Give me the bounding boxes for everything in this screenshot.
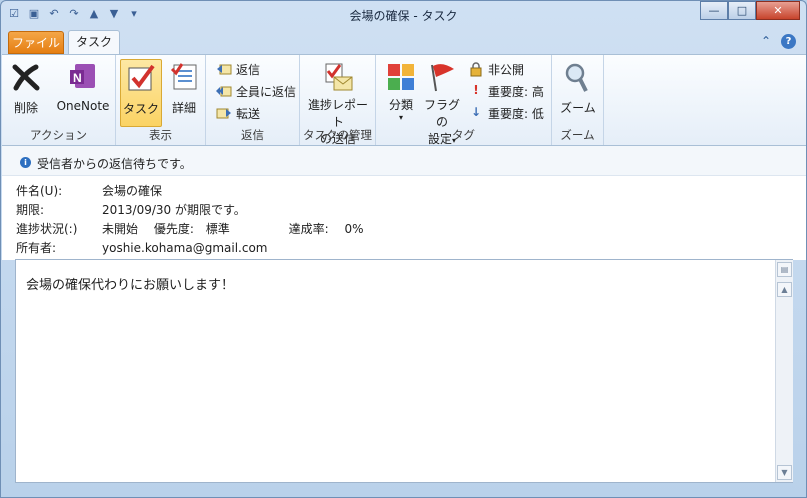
zoom-label: ズーム	[560, 101, 596, 115]
delete-button[interactable]: 削除	[8, 59, 44, 116]
info-icon: i	[20, 157, 31, 168]
reply-label: 返信	[236, 62, 261, 77]
low-importance-icon: ↓	[470, 105, 482, 119]
delete-icon	[10, 61, 42, 93]
categorize-label: 分類	[388, 98, 413, 112]
task-view-button[interactable]: タスク	[120, 59, 162, 127]
low-importance-label: 重要度: 低	[488, 106, 544, 121]
onenote-icon: N	[67, 61, 99, 93]
high-importance-label: 重要度: 高	[488, 84, 544, 99]
details-button[interactable]: 詳細	[166, 59, 202, 116]
reply-icon	[216, 61, 232, 77]
group-tags: 分類 ▾ フラグの 設定▾ 非公開 ! 重要度: 高 ↓ 重要度: 低 タグ	[376, 55, 552, 146]
subject-value: 会場の確保	[102, 184, 163, 198]
status-label: 進捗状況(:)	[16, 222, 78, 236]
minimize-button[interactable]: —	[700, 1, 728, 20]
low-importance-button[interactable]: ↓ 重要度: 低	[468, 103, 544, 123]
scroll-up-icon[interactable]: ▲	[777, 282, 792, 297]
group-view: タスク 詳細 表示	[116, 55, 206, 145]
owner-value: yoshie.kohama@gmail.com	[102, 241, 268, 255]
group-actions: 削除 N OneNote アクション	[2, 55, 116, 145]
subject-row: 件名(U): 会場の確保	[16, 182, 162, 199]
ribbon-tabs: ファイル タスク ⌃ ?	[1, 30, 806, 55]
status-row: 進捗状況(:) 未開始 優先度: 標準 達成率: 0%	[16, 220, 363, 237]
zoom-button[interactable]: ズーム	[558, 59, 598, 116]
forward-label: 転送	[236, 106, 261, 121]
due-row: 期限: 2013/09/30 が期限です。	[16, 201, 246, 218]
onenote-label: OneNote	[56, 99, 110, 113]
delete-label: 削除	[13, 101, 38, 115]
magnifier-icon	[562, 61, 594, 93]
task-window: ☑ ▣ ↶ ↷ ▲ ▼ ▾ 会場の確保 - タスク — □ ✕ ファイル タスク…	[0, 0, 807, 498]
high-importance-icon: !	[473, 83, 479, 97]
group-respond: 返信 全員に返信 転送 返信	[206, 55, 300, 145]
maximize-button[interactable]: □	[728, 1, 756, 20]
details-label: 詳細	[171, 101, 196, 115]
reply-button[interactable]: 返信	[216, 59, 260, 79]
private-button[interactable]: 非公開	[468, 59, 524, 79]
status-report-icon	[322, 61, 354, 93]
status-value: 未開始	[102, 222, 139, 236]
owner-label: 所有者:	[16, 241, 57, 255]
help-icon[interactable]: ?	[781, 34, 796, 49]
details-icon	[168, 61, 200, 93]
categorize-icon	[385, 61, 417, 93]
group-zoom: ズーム ズーム	[552, 55, 604, 145]
due-value: 2013/09/30 が期限です。	[102, 203, 246, 217]
task-body-text[interactable]: 会場の確保代わりにお願いします！	[26, 274, 234, 293]
title-bar: ☑ ▣ ↶ ↷ ▲ ▼ ▾ 会場の確保 - タスク — □ ✕	[1, 1, 806, 31]
priority-label: 優先度:	[153, 222, 194, 236]
ribbon: 削除 N OneNote アクション タスク 詳細 表示 返信 全員に返信 転送	[2, 54, 806, 146]
info-banner-text: 受信者からの返信待ちです。	[37, 157, 192, 171]
close-button[interactable]: ✕	[756, 1, 800, 20]
reply-all-button[interactable]: 全員に返信	[216, 81, 296, 101]
info-banner: i 受信者からの返信待ちです。	[2, 146, 806, 176]
group-label-tags: タグ	[452, 128, 475, 142]
lock-icon	[468, 61, 484, 77]
flag-icon	[426, 61, 458, 93]
due-label: 期限:	[16, 203, 45, 217]
task-check-icon	[125, 62, 157, 94]
owner-row: 所有者: yoshie.kohama@gmail.com	[16, 239, 267, 256]
scroll-down-icon[interactable]: ▼	[777, 465, 792, 480]
priority-value: 標準	[205, 222, 230, 236]
task-body-editor[interactable]: 会場の確保代わりにお願いします！	[15, 259, 793, 483]
onenote-button[interactable]: N OneNote	[54, 59, 112, 113]
group-label-zoom: ズーム	[560, 128, 595, 142]
group-manage-task: 進捗レポート の送信 タスクの管理	[300, 55, 376, 146]
task-view-label: タスク	[122, 102, 159, 116]
flag-label-1: フラグの	[423, 98, 460, 129]
forward-icon	[216, 105, 232, 121]
task-info-pane: i 受信者からの返信待ちです。 件名(U): 会場の確保 期限: 2013/09/3…	[2, 146, 806, 260]
status-report-label-1: 進捗レポート	[307, 98, 368, 129]
percent-value: 0%	[344, 222, 364, 236]
group-label-actions: アクション	[30, 128, 87, 142]
forward-button[interactable]: 転送	[216, 103, 260, 123]
private-label: 非公開	[488, 62, 525, 77]
vertical-scrollbar[interactable]: ▤ ▲ ▼	[775, 260, 793, 482]
categorize-dropdown-icon[interactable]: ▾	[382, 113, 420, 122]
ruler-toggle-icon[interactable]: ▤	[777, 262, 792, 277]
group-label-manage-task: タスクの管理	[303, 128, 372, 142]
subject-label: 件名(U):	[16, 184, 63, 198]
high-importance-button[interactable]: ! 重要度: 高	[468, 81, 544, 101]
group-label-respond: 返信	[241, 128, 264, 142]
window-title: 会場の確保 - タスク	[349, 9, 458, 23]
tab-task[interactable]: タスク	[68, 30, 120, 55]
reply-all-label: 全員に返信	[236, 84, 297, 99]
ribbon-right-controls: ⌃ ?	[761, 34, 796, 49]
svg-text:N: N	[73, 71, 82, 85]
percent-label: 達成率:	[288, 222, 329, 236]
categorize-button[interactable]: 分類 ▾	[382, 59, 420, 122]
tab-file[interactable]: ファイル	[8, 31, 64, 54]
collapse-ribbon-icon[interactable]: ⌃	[761, 34, 771, 49]
reply-all-icon	[216, 83, 232, 99]
group-label-view: 表示	[149, 128, 172, 142]
window-controls: — □ ✕	[700, 1, 800, 20]
